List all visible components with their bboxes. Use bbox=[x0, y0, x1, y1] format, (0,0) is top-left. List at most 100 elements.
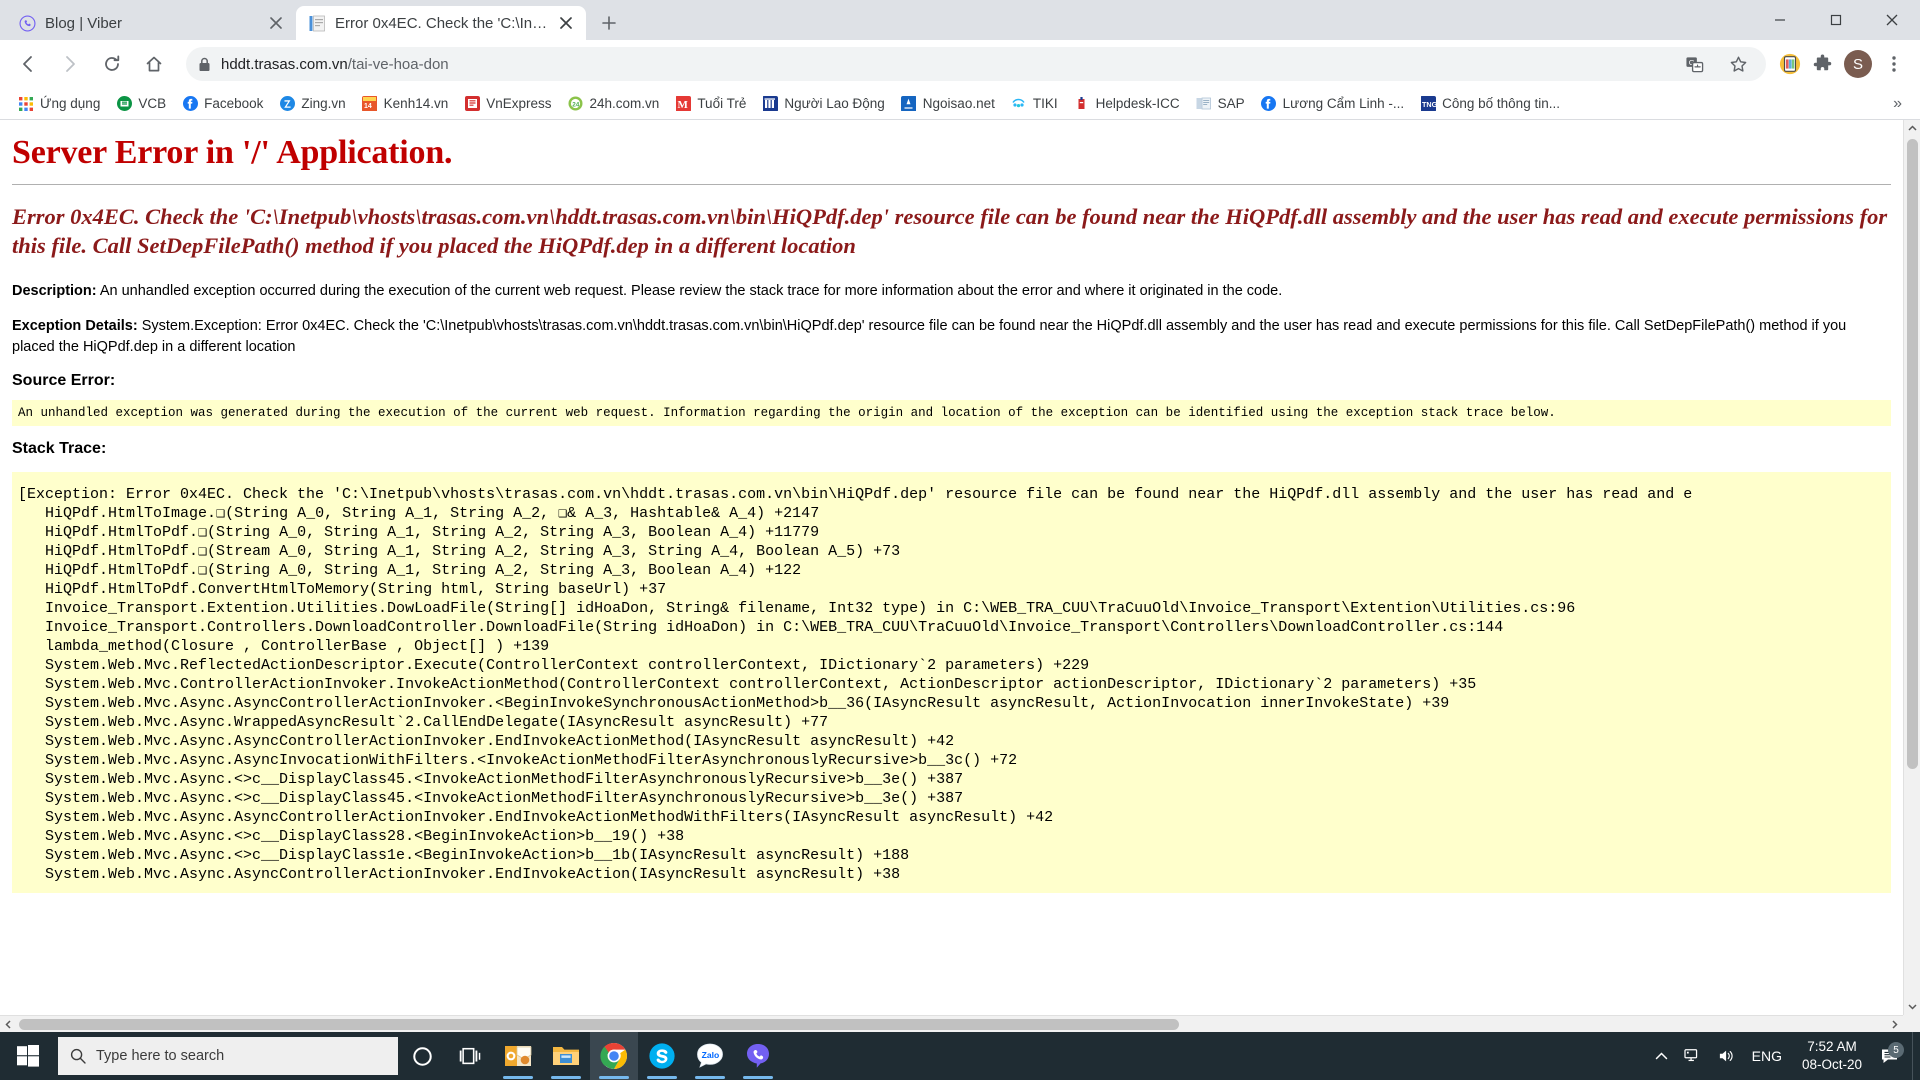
scroll-left-arrow-icon[interactable] bbox=[0, 1016, 17, 1033]
bookmark-tiki[interactable]: TIKI bbox=[1003, 93, 1066, 115]
error-headline: Error 0x4EC. Check the 'C:\Inetpub\vhost… bbox=[12, 204, 1888, 258]
puzzle-extensions-icon[interactable] bbox=[1806, 48, 1838, 80]
reload-icon[interactable] bbox=[94, 46, 130, 82]
sap-icon bbox=[1196, 96, 1212, 112]
bookmark-label: VnExpress bbox=[486, 96, 552, 111]
bookmark-ngoisao[interactable]: Ngoisao.net bbox=[893, 93, 1003, 115]
window-close-button[interactable] bbox=[1864, 0, 1920, 40]
bookmark-label: SAP bbox=[1217, 96, 1245, 111]
bookmark-kenh14[interactable]: 14 Kenh14.vn bbox=[354, 93, 457, 115]
taskbar-app-outlook[interactable] bbox=[494, 1032, 542, 1080]
scroll-down-arrow-icon[interactable] bbox=[1904, 998, 1920, 1015]
three-dot-menu-icon[interactable] bbox=[1878, 48, 1910, 80]
bookmark-label: Ngoisao.net bbox=[922, 96, 995, 111]
windows-logo-icon[interactable] bbox=[0, 1032, 56, 1080]
svg-text:24: 24 bbox=[572, 101, 580, 108]
page-viewport: Server Error in '/' Application. Error 0… bbox=[0, 120, 1920, 1032]
window-controls bbox=[1752, 0, 1920, 40]
translate-icon[interactable]: G bbox=[1678, 48, 1710, 80]
bookmark-label: Helpdesk-ICC bbox=[1095, 96, 1180, 111]
tuoitre-icon: M bbox=[675, 96, 691, 112]
browser-tab-1-close-icon[interactable] bbox=[266, 13, 286, 33]
exception-details-section: Exception Details: System.Exception: Err… bbox=[12, 316, 1891, 358]
scroll-up-arrow-icon[interactable] bbox=[1904, 120, 1920, 137]
window-maximize-button[interactable] bbox=[1808, 0, 1864, 40]
taskbar-app-file-explorer[interactable] bbox=[542, 1032, 590, 1080]
bookmark-tuoitre[interactable]: M Tuổi Trẻ bbox=[667, 93, 754, 115]
scrollbar-corner bbox=[1903, 1015, 1920, 1032]
chrome-browser-window: Blog | Viber Error 0x4EC. Check the 'C:\… bbox=[0, 0, 1920, 1032]
bookmark-24h[interactable]: 24 24h.com.vn bbox=[560, 93, 668, 115]
bookmark-cong-bo-thong-tin[interactable]: TNG Công bố thông tin... bbox=[1412, 93, 1568, 115]
new-tab-button[interactable] bbox=[592, 6, 626, 40]
horizontal-scrollbar-thumb[interactable] bbox=[19, 1018, 1179, 1030]
scroll-right-arrow-icon[interactable] bbox=[1886, 1016, 1903, 1033]
bookmark-label: Tuổi Trẻ bbox=[697, 96, 747, 111]
bookmark-apps[interactable]: Ứng dụng bbox=[10, 93, 108, 115]
taskbar-clock[interactable]: 7:52 AM 08-Oct-20 bbox=[1790, 1038, 1874, 1074]
browser-tab-2-close-icon[interactable] bbox=[556, 13, 576, 33]
network-icon[interactable] bbox=[1676, 1048, 1710, 1064]
bookmark-luong-cam-linh[interactable]: Lương Cẩm Linh -... bbox=[1253, 93, 1412, 115]
task-view-icon[interactable] bbox=[446, 1032, 494, 1080]
browser-tab-1-title: Blog | Viber bbox=[45, 14, 122, 32]
bookmark-zing[interactable]: Zing.vn bbox=[271, 93, 353, 115]
language-indicator[interactable]: ENG bbox=[1744, 1048, 1790, 1064]
helpdesk-icon bbox=[1074, 96, 1090, 112]
bookmark-label: Kenh14.vn bbox=[383, 96, 449, 111]
windows-taskbar: Type here to search Zalo ENG 7:52 AM 08-… bbox=[0, 1032, 1920, 1080]
show-desktop-button[interactable] bbox=[1912, 1032, 1920, 1080]
show-hidden-icons-chevron-icon[interactable] bbox=[1647, 1050, 1676, 1063]
description-label: Description: bbox=[12, 282, 97, 299]
description-section: Description: An unhandled exception occu… bbox=[12, 281, 1891, 302]
bookmark-label: Công bố thông tin... bbox=[1442, 96, 1560, 111]
bookmark-helpdesk-icc[interactable]: Helpdesk-ICC bbox=[1066, 93, 1188, 115]
exception-details-label: Exception Details: bbox=[12, 317, 138, 334]
address-bar-path: /tai-ve-hoa-don bbox=[347, 55, 449, 73]
star-icon[interactable] bbox=[1722, 48, 1754, 80]
profile-avatar[interactable]: S bbox=[1844, 50, 1872, 78]
forward-arrow-icon[interactable] bbox=[52, 46, 88, 82]
svg-text:M: M bbox=[677, 99, 688, 111]
browser-toolbar: hddt.trasas.com.vn/tai-ve-hoa-don G S bbox=[0, 40, 1920, 88]
taskbar-app-chrome[interactable] bbox=[590, 1032, 638, 1080]
address-bar[interactable]: hddt.trasas.com.vn/tai-ve-hoa-don G bbox=[186, 47, 1766, 81]
bookmark-sap[interactable]: SAP bbox=[1188, 93, 1253, 115]
nld-icon bbox=[762, 96, 778, 112]
bookmark-vcb[interactable]: VCB bbox=[108, 93, 174, 115]
clock-date: 08-Oct-20 bbox=[1801, 1057, 1862, 1072]
browser-tab-1[interactable]: Blog | Viber bbox=[6, 6, 296, 40]
bookmark-vnexpress[interactable]: VnExpress bbox=[456, 93, 559, 115]
exception-details-text: System.Exception: Error 0x4EC. Check the… bbox=[12, 317, 1847, 355]
aspnet-error-page: Server Error in '/' Application. Error 0… bbox=[0, 120, 1903, 1015]
cortana-circle-icon[interactable] bbox=[398, 1032, 446, 1080]
stack-trace-heading: Stack Trace: bbox=[12, 440, 107, 458]
taskbar-app-skype[interactable] bbox=[638, 1032, 686, 1080]
title-divider bbox=[12, 184, 1891, 185]
search-icon bbox=[70, 1048, 86, 1064]
bookmark-label: Zing.vn bbox=[301, 96, 346, 111]
home-icon[interactable] bbox=[136, 46, 172, 82]
bookmark-facebook[interactable]: Facebook bbox=[174, 93, 271, 115]
vertical-scrollbar-thumb[interactable] bbox=[1906, 139, 1918, 769]
window-minimize-button[interactable] bbox=[1752, 0, 1808, 40]
volume-icon[interactable] bbox=[1710, 1048, 1744, 1064]
taskbar-app-viber[interactable] bbox=[734, 1032, 782, 1080]
notification-count-badge: 5 bbox=[1888, 1042, 1904, 1058]
bookmark-nld[interactable]: Người Lao Động bbox=[754, 93, 892, 115]
clock-time: 7:52 AM bbox=[1807, 1038, 1857, 1054]
address-bar-url: hddt.trasas.com.vn/tai-ve-hoa-don bbox=[221, 56, 449, 73]
bookmark-label: TIKI bbox=[1032, 96, 1058, 111]
extension-color-icon[interactable] bbox=[1774, 48, 1806, 80]
bookmarks-overflow-button[interactable]: » bbox=[1885, 95, 1910, 113]
taskbar-search-input[interactable]: Type here to search bbox=[58, 1037, 398, 1075]
back-arrow-icon[interactable] bbox=[10, 46, 46, 82]
svg-text:Zalo: Zalo bbox=[702, 1050, 720, 1060]
taskbar-app-zalo[interactable]: Zalo bbox=[686, 1032, 734, 1080]
svg-text:14: 14 bbox=[364, 103, 372, 110]
browser-tab-2[interactable]: Error 0x4EC. Check the 'C:\Inetpu bbox=[296, 6, 586, 40]
action-center-icon[interactable]: 5 bbox=[1874, 1042, 1912, 1066]
horizontal-scrollbar[interactable] bbox=[0, 1015, 1903, 1032]
vcb-icon bbox=[116, 96, 132, 112]
vertical-scrollbar[interactable] bbox=[1903, 120, 1920, 1015]
